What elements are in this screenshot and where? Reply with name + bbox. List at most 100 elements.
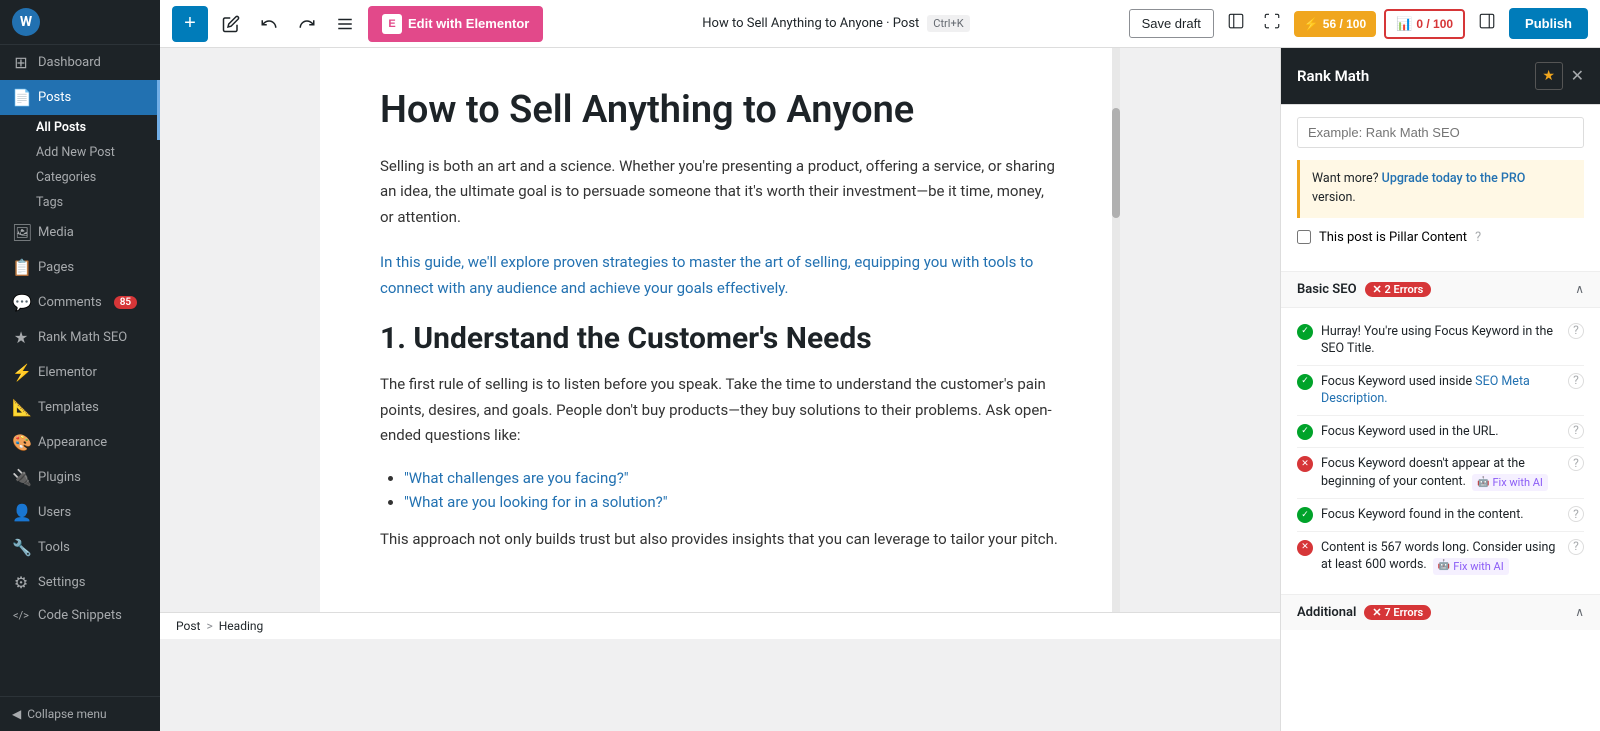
sidebar-sub-add-new[interactable]: Add New Post [28,140,160,165]
posts-icon: 📄 [12,88,30,107]
check-help-6[interactable]: ? [1568,539,1584,555]
sidebar-item-settings[interactable]: ⚙ Settings [0,565,160,600]
check-help-2[interactable]: ? [1568,373,1584,389]
collapse-menu[interactable]: ◀ Collapse menu [0,696,160,731]
focus-keyword-input[interactable] [1297,117,1584,148]
sidebar-item-dashboard[interactable]: ⊞ Dashboard [0,45,160,80]
sidebar-item-posts[interactable]: 📄 Posts [0,80,160,115]
basic-seo-title: Basic SEO ✕ 2 Errors [1297,282,1431,297]
pillar-help-icon[interactable]: ? [1475,230,1481,245]
editor-wrapper: How to Sell Anything to Anyone Selling i… [160,48,1280,731]
sidebar-item-appearance[interactable]: 🎨 Appearance [0,425,160,460]
settings-panel-icon [1478,12,1496,30]
list-view-button[interactable] [330,9,360,39]
sidebar-sub-tags[interactable]: Tags [28,190,160,215]
sidebar-logo: W [0,0,160,45]
pencil-button[interactable] [216,9,246,39]
pillar-content-row: This post is Pillar Content ? [1297,230,1584,245]
editor-inner: How to Sell Anything to Anyone Selling i… [320,48,1120,612]
sidebar-item-label: Comments [38,295,102,310]
seo-check-2: ✓ Focus Keyword used inside SEO Meta Des… [1297,366,1584,416]
sidebar-item-elementor[interactable]: ⚡ Elementor [0,355,160,390]
rank-math-close-button[interactable]: ✕ [1571,66,1584,86]
code-snippets-icon: </> [12,609,30,622]
post-section1-close: This approach not only builds trust but … [380,527,1060,553]
check-text-5: Focus Keyword found in the content. [1321,506,1560,524]
sidebar-item-label: Templates [38,400,99,415]
check-help-3[interactable]: ? [1568,423,1584,439]
seo-score-button[interactable]: ⚡ 56 / 100 [1294,11,1376,37]
dashboard-icon: ⊞ [12,53,30,72]
main-area: + E Edit with Elementor How to Sell Anyt… [160,0,1600,731]
additional-toggle-icon: ∧ [1575,605,1584,619]
edit-with-elementor-button[interactable]: E Edit with Elementor [368,6,543,42]
scrollbar-thumb[interactable] [1112,108,1120,218]
check-help-1[interactable]: ? [1568,323,1584,339]
sidebar-item-label: Tools [38,540,70,555]
breadcrumb-separator: > [206,619,212,633]
sidebar-item-label: Users [38,505,71,520]
pillar-content-label: This post is Pillar Content [1319,230,1467,245]
fullscreen-button[interactable] [1258,7,1286,40]
redo-icon [298,15,316,33]
seo-score-value: 56 / 100 [1323,17,1366,31]
upgrade-link[interactable]: Upgrade today to the PRO [1382,171,1526,186]
bullet-link-2: "What are you looking for in a solution?… [404,493,668,511]
sidebar-sub-categories[interactable]: Categories [28,165,160,190]
tools-icon: 🔧 [12,538,30,557]
elementor-e-icon: E [382,14,402,34]
undo-button[interactable] [254,9,284,39]
comments-badge: 85 [114,296,137,309]
seo-check-5: ✓ Focus Keyword found in the content. ? [1297,499,1584,532]
additional-section-header[interactable]: Additional ✕ 7 Errors ∧ [1281,594,1600,630]
sidebar-item-tools[interactable]: 🔧 Tools [0,530,160,565]
upgrade-text: Want more? [1312,171,1379,186]
add-block-button[interactable]: + [172,6,208,42]
upgrade-text2: version. [1312,190,1356,205]
publish-button[interactable]: Publish [1509,8,1588,39]
sidebar-sub-all-posts[interactable]: All Posts [28,115,160,140]
check-help-5[interactable]: ? [1568,506,1584,522]
post-section1-para: The first rule of selling is to listen b… [380,372,1060,449]
content-score-value: 0 / 100 [1416,17,1453,31]
check-2-link[interactable]: SEO Meta Description. [1321,374,1530,407]
pillar-content-checkbox[interactable] [1297,230,1311,244]
pages-icon: 📋 [12,258,30,277]
fix-ai-link-6[interactable]: 🤖 Fix with AI [1433,558,1509,575]
settings-panel-button[interactable] [1473,7,1501,40]
scrollbar-track [1112,48,1120,612]
sidebar-item-label: Appearance [38,435,107,450]
redo-button[interactable] [292,9,322,39]
bullet-link-1: "What challenges are you facing?" [404,469,629,487]
check-help-4[interactable]: ? [1568,455,1584,471]
sidebar-item-users[interactable]: 👤 Users [0,495,160,530]
wordpress-logo: W [12,8,40,36]
bullet-item-1: "What challenges are you facing?" [404,469,1060,487]
sidebar-item-rank-math[interactable]: ★ Rank Math SEO [0,320,160,355]
seo-check-4: ✕ Focus Keyword doesn't appear at the be… [1297,448,1584,499]
rank-math-star-button[interactable]: ★ [1535,62,1563,90]
sidebar-item-templates[interactable]: 📐 Templates [0,390,160,425]
sidebar-item-code-snippets[interactable]: </> Code Snippets [0,600,160,631]
bottom-breadcrumb-bar: Post > Heading [160,612,1280,639]
collapse-label: Collapse menu [27,707,106,721]
sidebar-item-plugins[interactable]: 🔌 Plugins [0,460,160,495]
sidebar-item-label: Code Snippets [38,608,122,623]
rank-math-header-actions: ★ ✕ [1535,62,1584,90]
view-mode-button[interactable] [1222,7,1250,40]
rank-math-score-icon: 📊 [1396,16,1412,32]
sidebar-item-pages[interactable]: 📋 Pages [0,250,160,285]
seo-check-6: ✕ Content is 567 words long. Consider us… [1297,532,1584,582]
basic-seo-section-header[interactable]: Basic SEO ✕ 2 Errors ∧ [1281,271,1600,308]
elementor-icon: ⚡ [12,363,30,382]
sidebar-item-label: Elementor [38,365,97,380]
basic-seo-checks: ✓ Hurray! You're using Focus Keyword in … [1281,308,1600,590]
fix-ai-link-4[interactable]: 🤖 Fix with AI [1472,474,1548,491]
sidebar-item-comments[interactable]: 💬 Comments 85 [0,285,160,320]
seo-check-1: ✓ Hurray! You're using Focus Keyword in … [1297,316,1584,366]
save-draft-button[interactable]: Save draft [1129,9,1214,38]
editor[interactable]: How to Sell Anything to Anyone Selling i… [160,48,1280,612]
content-score-button[interactable]: 📊 0 / 100 [1384,9,1465,39]
sidebar-item-media[interactable]: 🖼 Media [0,215,160,250]
check-icon-4: ✕ [1297,456,1313,472]
